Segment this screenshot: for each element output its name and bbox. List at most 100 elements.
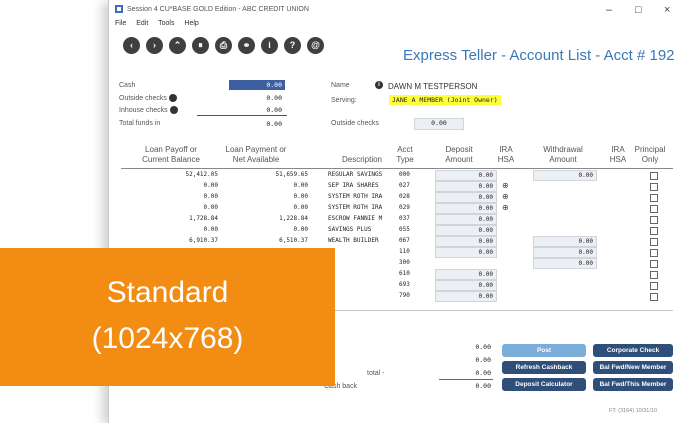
principal-only-checkbox[interactable] <box>650 249 658 257</box>
close-button[interactable]: × <box>664 4 670 16</box>
withdrawal-input[interactable]: 0.00 <box>533 236 597 247</box>
back-icon[interactable]: ‹ <box>123 37 140 54</box>
deposit-value: 0.00 <box>478 249 493 256</box>
banner-line-2: (1024x768) <box>91 322 244 355</box>
outside-checks-right-label: Outside checks <box>331 120 379 127</box>
principal-only-checkbox[interactable] <box>650 216 658 224</box>
arrow-circle-icon[interactable] <box>168 94 177 102</box>
principal-only-checkbox[interactable] <box>650 183 658 191</box>
deposit-input[interactable]: 0.00 <box>435 192 497 203</box>
acct-type-cell: 055 <box>399 226 410 233</box>
print-icon[interactable]: ⎙ <box>215 37 232 54</box>
principal-only-checkbox[interactable] <box>650 260 658 268</box>
deposit-input[interactable]: 0.00 <box>435 203 497 214</box>
deposit-input[interactable]: 0.00 <box>435 291 497 302</box>
outside-checks-right-value[interactable]: 0.00 <box>414 118 464 130</box>
balance-cell: 1,728.84 <box>189 215 218 222</box>
deposit-input[interactable]: 0.00 <box>435 280 497 291</box>
balance-cell: 6,910.37 <box>189 237 218 244</box>
withdrawal-input[interactable]: 0.00 <box>533 258 597 269</box>
principal-only-checkbox[interactable] <box>650 271 658 279</box>
deposit-calculator-button[interactable]: Deposit Calculator <box>502 378 586 391</box>
net-available-cell: 0.00 <box>293 182 308 189</box>
col-ira-hsa2-header: IRA HSA <box>609 145 627 164</box>
info-icon[interactable]: i <box>261 37 278 54</box>
acct-type-cell: 693 <box>399 281 410 288</box>
col-description-header: Description <box>341 155 382 164</box>
magnify-icon[interactable]: ⊕ <box>502 192 509 201</box>
menu-file[interactable]: File <box>115 20 126 27</box>
total-funds-label: Total funds in <box>119 120 161 127</box>
withdrawal-value: 0.00 <box>578 172 593 179</box>
minimize-button[interactable]: – <box>606 4 612 16</box>
table-row: 6,910.37 6,510.37 WEALTH BUILDER 067 0.00 0.0… <box>123 236 673 247</box>
deposit-value: 0.00 <box>478 194 493 201</box>
up-icon[interactable]: ⌃ <box>169 37 186 54</box>
table-row: 0.00 0.00 SEP IRA SHARES 027 0.00 ⊕ <box>123 181 673 192</box>
maximize-button[interactable]: □ <box>635 4 642 16</box>
member-name: DAWN M TESTPERSON <box>388 82 478 91</box>
help-icon[interactable]: ? <box>284 37 301 54</box>
bal-fwd-this-member-button[interactable]: Bal Fwd/This Member <box>593 378 673 391</box>
link-icon[interactable]: ⚭ <box>238 37 255 54</box>
window-title: Session 4 CU*BASE GOLD Edition - ABC CRE… <box>127 6 309 13</box>
balance-cell: 52,412.05 <box>185 171 218 178</box>
bal-fwd-new-member-button[interactable]: Bal Fwd/New Member <box>593 361 673 374</box>
principal-only-checkbox[interactable] <box>650 194 658 202</box>
resolution-banner: Standard (1024x768) <box>0 248 335 386</box>
status-text: FT: (3164) 10/31/10 <box>609 408 658 414</box>
deposit-input[interactable]: 0.00 <box>435 225 497 236</box>
deposit-value: 0.00 <box>478 205 493 212</box>
magnify-icon[interactable]: ⊕ <box>502 203 509 212</box>
deposit-value: 0.00 <box>478 216 493 223</box>
principal-only-checkbox[interactable] <box>650 227 658 235</box>
acct-type-cell: 300 <box>399 259 410 266</box>
magnify-icon[interactable]: ⊕ <box>502 181 509 190</box>
total-rule <box>439 379 493 380</box>
inhouse-checks-label: Inhouse checks <box>119 106 178 114</box>
outside-checks-value: 0.00 <box>266 94 282 102</box>
principal-only-checkbox[interactable] <box>650 282 658 290</box>
principal-only-checkbox[interactable] <box>650 293 658 301</box>
withdrawal-value: 0.00 <box>578 260 593 267</box>
col-principal-header: Principal Only <box>634 145 666 164</box>
inhouse-checks-value: 0.00 <box>266 106 282 114</box>
deposit-input[interactable]: 0.00 <box>435 236 497 247</box>
description-cell: T <box>328 281 403 288</box>
deposit-input[interactable]: 0.00 <box>435 181 497 192</box>
deposit-value: 0.00 <box>478 282 493 289</box>
info-icon[interactable]: i <box>375 81 383 89</box>
acct-type-cell: 028 <box>399 193 410 200</box>
principal-only-checkbox[interactable] <box>650 238 658 246</box>
cash-value: 0.00 <box>266 81 282 89</box>
deposit-input[interactable]: 0.00 <box>435 170 497 181</box>
refresh-cashback-button[interactable]: Refresh Cashback <box>502 361 586 374</box>
col-payoff-header: Loan Payoff or Current Balance <box>142 145 200 164</box>
menu-edit[interactable]: Edit <box>136 20 148 27</box>
deposit-input[interactable]: 0.00 <box>435 214 497 225</box>
corporate-check-button[interactable]: Corporate Check <box>593 344 673 357</box>
post-button[interactable]: Post <box>502 344 586 357</box>
net-available-cell: 0.00 <box>293 204 308 211</box>
title-bar: Session 4 CU*BASE GOLD Edition - ABC CRE… <box>109 0 679 22</box>
principal-only-checkbox[interactable] <box>650 172 658 180</box>
deposit-input[interactable]: 0.00 <box>435 247 497 258</box>
cash-input[interactable]: 0.00 <box>229 80 285 90</box>
arrow-circle-icon[interactable] <box>169 106 178 114</box>
pause-icon[interactable]: ⏸ <box>192 37 209 54</box>
forward-icon[interactable]: › <box>146 37 163 54</box>
withdrawal-input[interactable]: 0.00 <box>533 247 597 258</box>
description-cell: WEALTH BUILDER <box>328 237 379 244</box>
total-funds-value: 0.00 <box>266 120 282 128</box>
deposit-input[interactable]: 0.00 <box>435 269 497 280</box>
acct-type-cell: 067 <box>399 237 410 244</box>
acct-type-cell: 027 <box>399 182 410 189</box>
principal-only-checkbox[interactable] <box>650 205 658 213</box>
col-withdrawal-header: Withdrawal Amount <box>543 145 583 164</box>
email-icon[interactable]: @ <box>307 37 324 54</box>
page-title: Express Teller - Account List - Acct # 1… <box>403 47 675 64</box>
withdrawal-input[interactable]: 0.00 <box>533 170 597 181</box>
menu-tools[interactable]: Tools <box>158 20 174 27</box>
menu-help[interactable]: Help <box>184 20 198 27</box>
serving-label: Serving: <box>331 97 357 104</box>
